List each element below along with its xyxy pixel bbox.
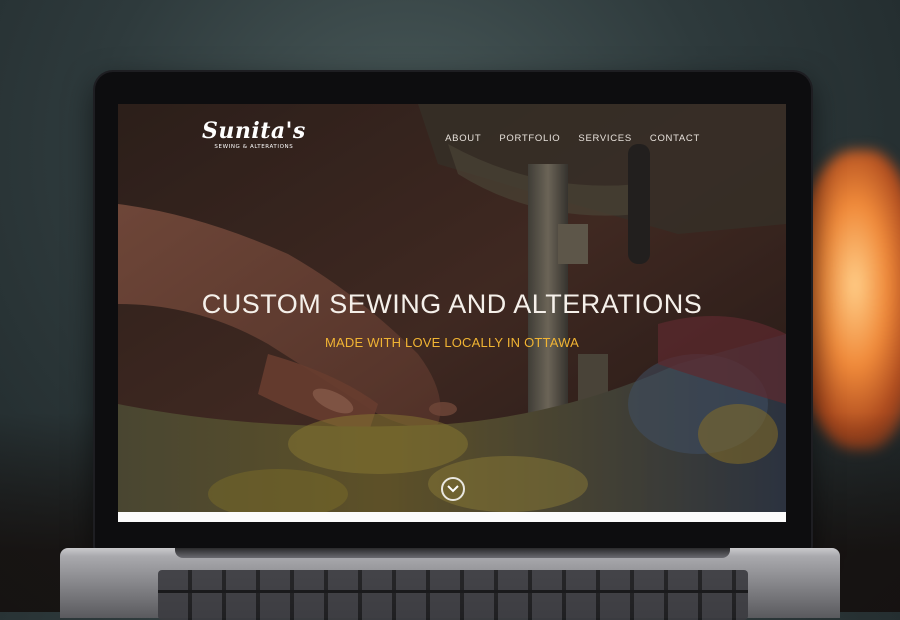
nav-about[interactable]: ABOUT <box>445 133 481 144</box>
main-nav: ABOUT PORTFOLIO SERVICES CONTACT <box>445 133 700 144</box>
logo-subtitle: Sewing & Alterations <box>214 144 294 150</box>
next-section-edge <box>118 512 786 522</box>
hero-title: CUSTOM SEWING AND ALTERATIONS <box>201 289 703 319</box>
chevron-down-icon <box>447 485 459 493</box>
chevron-down-circle-icon[interactable] <box>441 477 465 501</box>
site-logo[interactable]: Sunita's Sewing & Alterations <box>202 118 306 151</box>
nav-portfolio[interactable]: PORTFOLIO <box>499 133 560 144</box>
hero-subtitle: MADE WITH LOVE LOCALLY IN OTTAWA <box>325 335 579 350</box>
laptop-hinge <box>175 548 730 558</box>
website-screen: Sunita's Sewing & Alterations ABOUT PORT… <box>118 104 786 522</box>
logo-script-text: Sunita's <box>202 118 306 144</box>
nav-contact[interactable]: CONTACT <box>650 133 700 144</box>
keyboard-row-gap <box>158 590 748 593</box>
laptop-keyboard <box>158 570 748 620</box>
nav-services[interactable]: SERVICES <box>578 133 631 144</box>
